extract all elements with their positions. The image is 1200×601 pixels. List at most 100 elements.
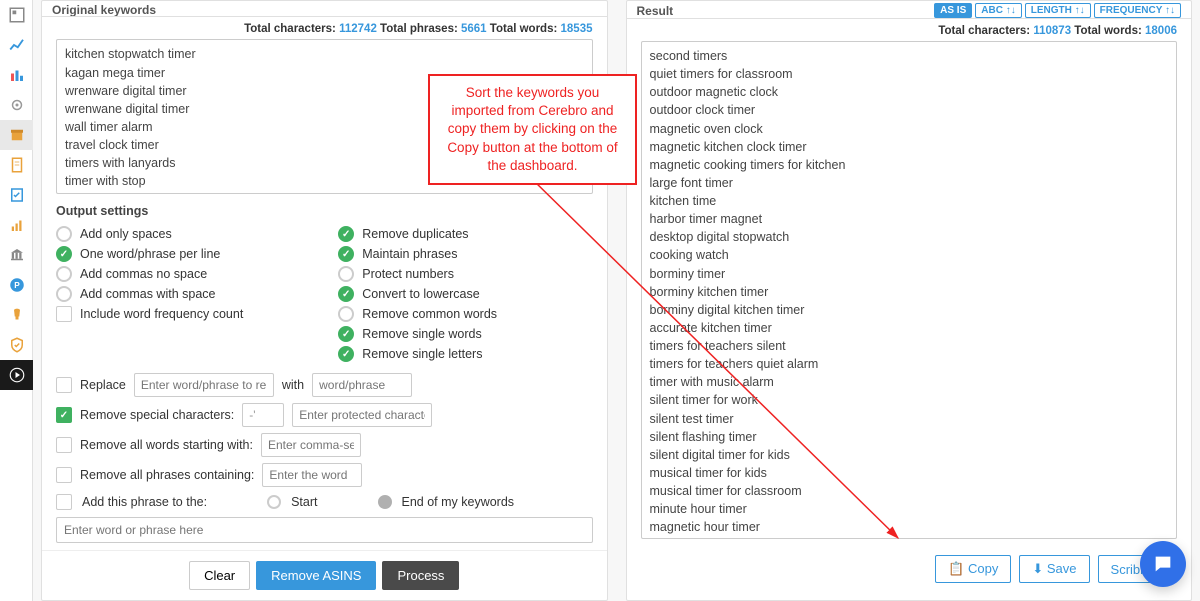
keyword-line: timers for teachers quiet alarm — [650, 355, 1169, 373]
setting-row: Remove common words — [338, 306, 592, 322]
remove-containing-checkbox[interactable] — [56, 467, 72, 483]
keyword-line: silent digital timer for kids — [650, 446, 1169, 464]
sidebar-graph[interactable] — [0, 210, 33, 240]
replace-from-input[interactable] — [134, 373, 274, 397]
setting-checkbox[interactable] — [56, 246, 72, 262]
output-settings: Add only spaces One word/phrase per line A… — [42, 222, 607, 370]
setting-row: One word/phrase per line — [56, 246, 310, 262]
setting-label: Add only spaces — [80, 227, 172, 241]
keyword-line: silent timer for work — [650, 391, 1169, 409]
process-button[interactable]: Process — [382, 561, 459, 590]
keyword-line: timers for teachers silent — [650, 337, 1169, 355]
remove-starting-input[interactable] — [261, 433, 361, 457]
remove-starting-checkbox[interactable] — [56, 437, 72, 453]
sort-freq[interactable]: FREQUENCY ↑↓ — [1094, 3, 1181, 18]
keyword-line: cooking watch — [650, 246, 1169, 264]
setting-label: Remove single letters — [362, 347, 482, 361]
keyword-line: kitchen stopwatch timer — [65, 45, 584, 63]
clear-button[interactable]: Clear — [189, 561, 250, 590]
sidebar: P — [0, 0, 33, 601]
right-panel-title: Result AS IS ABC ↑↓ LENGTH ↑↓ FREQUENCY … — [627, 1, 1192, 19]
sidebar-dashboard[interactable] — [0, 0, 33, 30]
sidebar-p-badge[interactable]: P — [0, 270, 33, 300]
remove-special-checkbox[interactable] — [56, 407, 72, 423]
save-button[interactable]: ⬇ Save — [1019, 555, 1089, 583]
setting-label: Remove duplicates — [362, 227, 468, 241]
setting-row: Remove single letters — [338, 346, 592, 362]
replace-checkbox[interactable] — [56, 377, 72, 393]
result-keywords-textarea[interactable]: second timersquiet timers for classroomo… — [641, 41, 1178, 539]
special-chars-row: Remove special characters: — [42, 400, 607, 430]
keyword-line: outdoor clock timer — [650, 101, 1169, 119]
setting-checkbox[interactable] — [338, 306, 354, 322]
left-stats: Total characters: 112742 Total phrases: … — [42, 17, 607, 39]
setting-label: Maintain phrases — [362, 247, 457, 261]
keyword-line: loud timers for hearing impaired — [650, 536, 1169, 539]
result-panel: Result AS IS ABC ↑↓ LENGTH ↑↓ FREQUENCY … — [626, 0, 1193, 601]
setting-checkbox[interactable] — [338, 246, 354, 262]
setting-checkbox[interactable] — [338, 226, 354, 242]
chat-bubble[interactable] — [1140, 541, 1186, 587]
sort-abc[interactable]: ABC ↑↓ — [975, 3, 1021, 18]
keyword-line: borminy digital kitchen timer — [650, 301, 1169, 319]
sidebar-shield[interactable] — [0, 330, 33, 360]
keyword-line: quiet timers for classroom — [650, 65, 1169, 83]
setting-label: One word/phrase per line — [80, 247, 220, 261]
remove-containing-input[interactable] — [262, 463, 362, 487]
add-phrase-checkbox[interactable] — [56, 494, 72, 510]
sidebar-bank[interactable] — [0, 240, 33, 270]
setting-row: Add commas with space — [56, 286, 310, 302]
setting-checkbox[interactable] — [338, 266, 354, 282]
sidebar-checklist[interactable] — [0, 180, 33, 210]
keyword-line: magnetic hour timer — [650, 518, 1169, 536]
setting-checkbox[interactable] — [338, 286, 354, 302]
protected-chars-input[interactable] — [292, 403, 432, 427]
setting-checkbox[interactable] — [56, 226, 72, 242]
setting-checkbox[interactable] — [56, 286, 72, 302]
sort-length[interactable]: LENGTH ↑↓ — [1025, 3, 1091, 18]
add-phrase-input[interactable] — [56, 517, 593, 543]
left-button-row: Clear Remove ASINS Process — [42, 550, 607, 600]
add-phrase-row: Add this phrase to the: Start End of my … — [42, 490, 607, 514]
copy-button[interactable]: 📋 Copy — [935, 555, 1011, 583]
replace-row: Replace with — [42, 370, 607, 400]
setting-label: Add commas with space — [80, 287, 215, 301]
sidebar-bars[interactable] — [0, 60, 33, 90]
keyword-line: timer with music alarm — [650, 373, 1169, 391]
setting-row: Include word frequency count — [56, 306, 310, 322]
annotation-callout: Sort the keywords you imported from Cere… — [428, 74, 637, 185]
sidebar-box[interactable] — [0, 120, 33, 150]
replace-to-input[interactable] — [312, 373, 412, 397]
setting-label: Add commas no space — [80, 267, 207, 281]
sidebar-gear[interactable] — [0, 90, 33, 120]
keyword-line: magnetic cooking timers for kitchen — [650, 156, 1169, 174]
setting-checkbox[interactable] — [56, 306, 72, 322]
setting-row: Add commas no space — [56, 266, 310, 282]
keyword-line: outdoor magnetic clock — [650, 83, 1169, 101]
left-panel-title: Original keywords — [42, 1, 607, 17]
remove-starting-row: Remove all words starting with: — [42, 430, 607, 460]
sort-buttons: AS IS ABC ↑↓ LENGTH ↑↓ FREQUENCY ↑↓ — [934, 3, 1181, 18]
setting-row: Add only spaces — [56, 226, 310, 242]
sidebar-file[interactable] — [0, 150, 33, 180]
sidebar-trend[interactable] — [0, 30, 33, 60]
remove-asins-button[interactable]: Remove ASINS — [256, 561, 376, 590]
setting-row: Remove duplicates — [338, 226, 592, 242]
keyword-line: large font timer — [650, 174, 1169, 192]
setting-checkbox[interactable] — [56, 266, 72, 282]
sidebar-play[interactable] — [0, 360, 33, 390]
right-stats: Total characters: 110873 Total words: 18… — [627, 19, 1192, 41]
setting-label: Include word frequency count — [80, 307, 243, 321]
keyword-line: harbor timer magnet — [650, 210, 1169, 228]
keyword-line: timer with long ring — [65, 190, 584, 194]
setting-checkbox[interactable] — [338, 346, 354, 362]
sidebar-lamp[interactable] — [0, 300, 33, 330]
sort-asis[interactable]: AS IS — [934, 3, 972, 18]
start-radio[interactable] — [267, 495, 281, 509]
setting-checkbox[interactable] — [338, 326, 354, 342]
setting-label: Remove single words — [362, 327, 482, 341]
special-chars-input[interactable] — [242, 403, 284, 427]
keyword-line: accurate kitchen timer — [650, 319, 1169, 337]
end-radio[interactable] — [378, 495, 392, 509]
keyword-line: minute hour timer — [650, 500, 1169, 518]
